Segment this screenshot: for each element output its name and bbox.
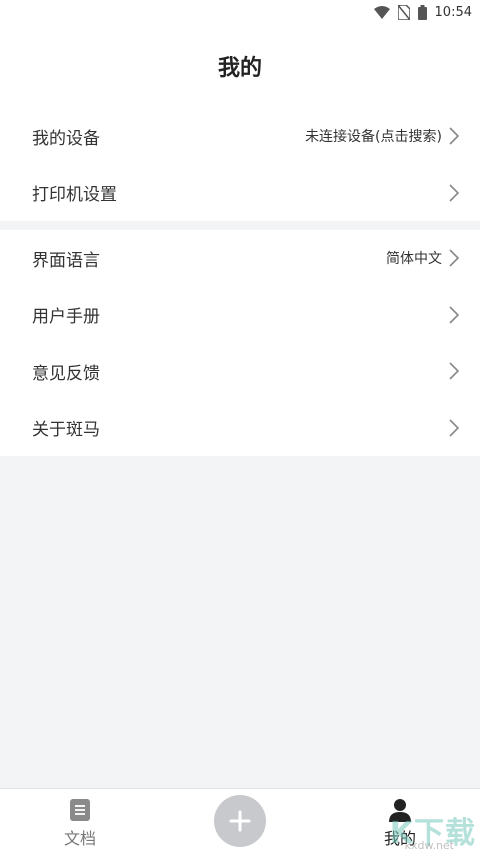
document-icon <box>70 799 90 821</box>
tab-mine-label: 我的 <box>383 829 416 848</box>
no-sim-icon <box>397 4 410 20</box>
settings-group-device: 我的设备 未连接设备(点击搜索) 打印机设置 <box>0 108 480 221</box>
row-label: 关于斑马 <box>32 420 100 441</box>
chevron-right-icon <box>449 184 460 202</box>
chevron-right-icon <box>449 127 460 145</box>
status-time: 10:54 <box>434 4 472 20</box>
settings-group-general: 界面语言 简体中文 用户手册 意见反馈 关于斑马 <box>0 230 480 456</box>
row-label: 用户手册 <box>32 307 100 328</box>
row-feedback[interactable]: 意见反馈 <box>0 343 480 400</box>
battery-icon <box>417 4 427 20</box>
row-value: 未连接设备(点击搜索) <box>305 129 442 146</box>
row-user-manual[interactable]: 用户手册 <box>0 287 480 344</box>
chevron-right-icon <box>449 249 460 267</box>
row-label: 我的设备 <box>32 128 100 149</box>
row-value: 简体中文 <box>386 251 442 268</box>
page-title: 我的 <box>217 56 262 81</box>
row-label: 界面语言 <box>32 250 100 271</box>
row-label: 打印机设置 <box>32 185 117 206</box>
tab-documents-label: 文档 <box>63 829 96 848</box>
tab-documents[interactable]: 文档 <box>20 789 140 854</box>
row-about[interactable]: 关于斑马 <box>0 400 480 457</box>
plus-icon <box>229 810 251 832</box>
chevron-right-icon <box>449 362 460 380</box>
row-printer-settings[interactable]: 打印机设置 <box>0 165 480 222</box>
chevron-right-icon <box>449 306 460 324</box>
tab-mine[interactable]: 我的 <box>340 789 460 854</box>
screen: 10:54 我的 我的设备 未连接设备(点击搜索) 打印机设置 界面语言 简体中… <box>0 0 480 854</box>
chevron-right-icon <box>449 419 460 437</box>
wifi-icon <box>373 5 390 19</box>
status-bar: 10:54 <box>0 0 480 24</box>
add-button[interactable] <box>214 795 266 847</box>
row-interface-language[interactable]: 界面语言 简体中文 <box>0 230 480 287</box>
user-icon <box>389 799 411 822</box>
row-label: 意见反馈 <box>32 363 100 384</box>
row-my-device[interactable]: 我的设备 未连接设备(点击搜索) <box>0 108 480 165</box>
header: 我的 <box>0 24 480 108</box>
